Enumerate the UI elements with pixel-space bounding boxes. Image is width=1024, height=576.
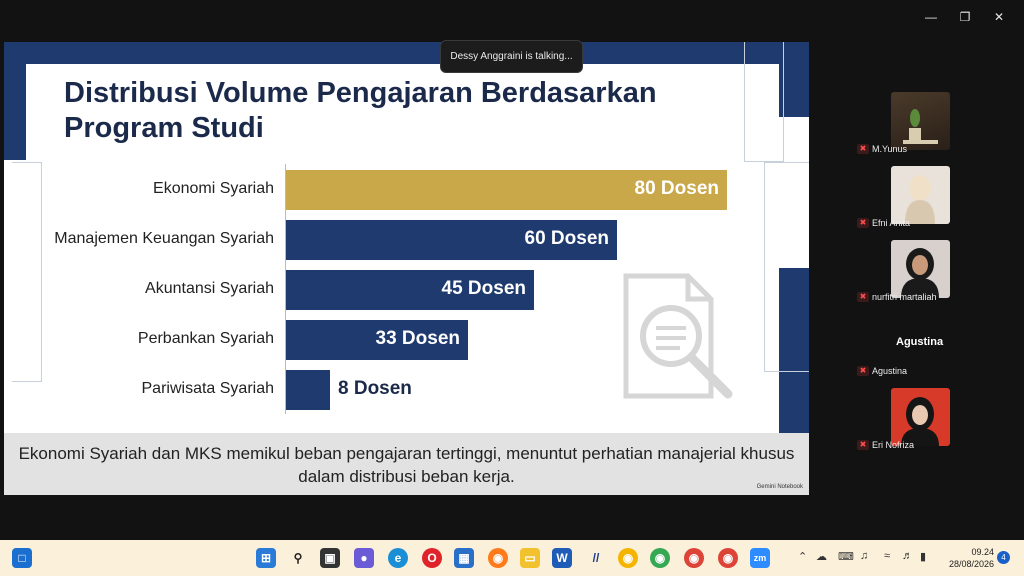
participant-label: ✖ Efni Anita	[857, 218, 910, 228]
deco-line	[744, 42, 784, 162]
bar-value-label: 8 Dosen	[338, 378, 412, 399]
deco-line	[764, 162, 809, 372]
cloud-icon[interactable]: ☁	[816, 550, 827, 563]
clock[interactable]: 09.24 28/08/2026	[949, 546, 994, 570]
bar-row: Ekonomi Syariah 80 Dosen	[4, 170, 764, 210]
participant-label: ✖ M.Yunus	[857, 144, 907, 154]
mic-muted-icon: ✖	[857, 218, 869, 228]
restore-icon[interactable]: ❐	[948, 8, 982, 26]
bar-value-label: 60 Dosen	[524, 228, 609, 249]
bar-label: Ekonomi Syariah	[153, 180, 274, 197]
plant-icon	[903, 109, 938, 144]
bar-label: Manajemen Keuangan Syariah	[54, 230, 274, 247]
store-icon[interactable]: ▦	[454, 548, 474, 568]
notification-badge[interactable]: 4	[997, 551, 1010, 564]
bar: 60 Dosen	[286, 220, 617, 260]
bar: 80 Dosen	[286, 170, 727, 210]
mic-muted-icon: ✖	[857, 292, 869, 302]
wifi-icon[interactable]: ≈	[884, 550, 890, 562]
bar-value-label: 80 Dosen	[634, 178, 719, 199]
start-icon[interactable]: ⊞	[256, 548, 276, 568]
avatar	[901, 397, 939, 446]
gemini-watermark: Gemini Notebook	[756, 484, 803, 490]
mic-muted-icon: ✖	[857, 144, 869, 154]
firefox-icon[interactable]: ◉	[488, 548, 508, 568]
mic-muted-icon: ✖	[857, 366, 869, 376]
chrome-profile2-icon[interactable]: ◉	[718, 548, 738, 568]
app-slash-icon[interactable]: //	[586, 548, 606, 568]
slide-frame-top	[4, 42, 809, 64]
chat-icon[interactable]: ●	[354, 548, 374, 568]
participant-label: ✖ nurfitri martaliah	[857, 292, 937, 302]
participant-tile-name[interactable]: Agustina	[896, 336, 943, 348]
participant-video-nurfitri[interactable]	[891, 240, 950, 298]
slide-frame-left	[4, 42, 26, 160]
widgets-icon[interactable]: □	[12, 548, 32, 568]
bar-label: Pariwisata Syariah	[141, 380, 275, 397]
microphone-icon[interactable]: ♫	[860, 550, 868, 562]
bar-label: Akuntansi Syariah	[145, 280, 274, 297]
opera-icon[interactable]: O	[422, 548, 442, 568]
word-icon[interactable]: W	[552, 548, 572, 568]
bar: 33 Dosen	[286, 320, 468, 360]
avatar	[901, 248, 939, 298]
zoom-icon[interactable]: zm	[750, 548, 770, 568]
chrome-canary-icon[interactable]: ◉	[618, 548, 638, 568]
chrome-icon[interactable]: ◉	[650, 548, 670, 568]
bar-value-label: 33 Dosen	[375, 328, 460, 349]
participant-video-myunus[interactable]	[891, 92, 950, 150]
speaker-icon[interactable]: ♬	[902, 550, 913, 562]
bar-row: Manajemen Keuangan Syariah 60 Dosen	[4, 220, 764, 260]
chrome-profile-icon[interactable]: ◉	[684, 548, 704, 568]
bar-label: Perbankan Syariah	[137, 330, 274, 347]
search-icon[interactable]: ⚲	[288, 548, 308, 568]
participant-label: ✖ Agustina	[857, 366, 907, 376]
bar: 45 Dosen	[286, 270, 534, 310]
footer-text: Ekonomi Syariah dan MKS memikul beban pe…	[18, 444, 795, 486]
participant-label: ✖ Eri Nofriza	[857, 440, 914, 450]
slide-title: Distribusi Volume Pengajaran Berdasarkan…	[64, 77, 657, 144]
edge-icon[interactable]: e	[388, 548, 408, 568]
battery-icon[interactable]: ▮	[920, 550, 926, 563]
talking-indicator: Dessy Anggraini is talking...	[440, 40, 583, 73]
mic-muted-icon: ✖	[857, 440, 869, 450]
file-explorer-icon[interactable]: ▭	[520, 548, 540, 568]
close-icon[interactable]: ✕	[982, 8, 1016, 26]
bar-value-label: 45 Dosen	[441, 278, 526, 299]
minimize-icon[interactable]: —	[914, 8, 948, 26]
task-view-icon[interactable]: ▣	[320, 548, 340, 568]
document-search-icon	[623, 273, 733, 399]
shared-screen: Distribusi Volume Pengajaran Berdasarkan…	[4, 42, 809, 495]
bar	[286, 370, 330, 410]
participant-video-eri[interactable]	[891, 388, 950, 446]
chevron-up-icon[interactable]: ⌃	[798, 550, 807, 563]
participant-video-efni[interactable]	[891, 166, 950, 224]
keyboard-icon[interactable]: ⌨	[838, 550, 854, 563]
avatar	[905, 175, 935, 224]
taskbar: □ ⊞ ⚲ ▣ ● e O ▦ ◉ ▭ W // ◉ ◉ ◉ ◉ zm ⌃ ☁ …	[0, 540, 1024, 576]
slide-footer: Ekonomi Syariah dan MKS memikul beban pe…	[4, 433, 809, 495]
window-controls: — ❐ ✕	[914, 8, 1016, 26]
